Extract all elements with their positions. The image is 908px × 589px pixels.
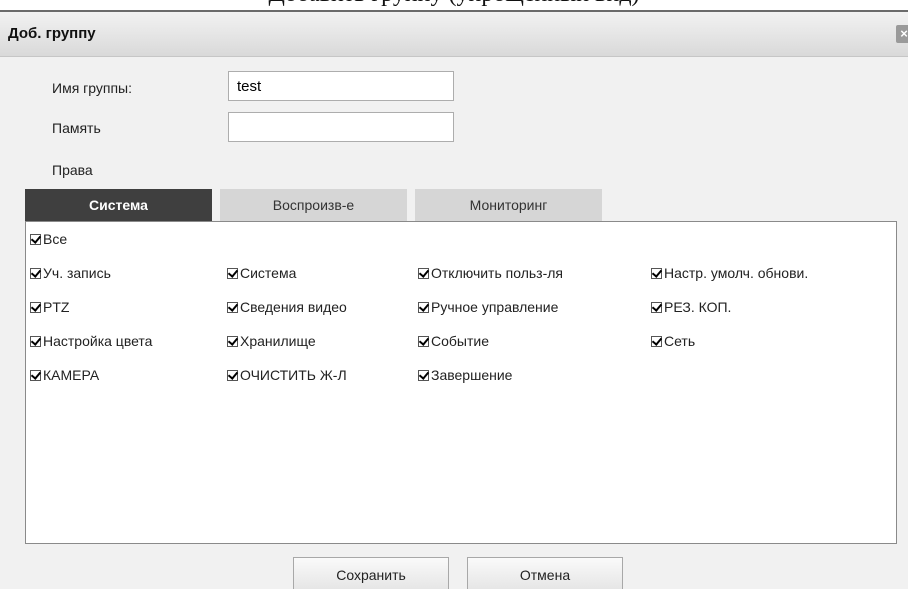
checkbox-checked-icon[interactable] — [651, 267, 662, 279]
permissions-panel: Все Уч. запись Система Отключить польз-л… — [25, 221, 897, 544]
checkbox-checked-icon[interactable] — [30, 335, 41, 347]
checkbox-checked-icon[interactable] — [418, 369, 429, 381]
checkbox-checked-icon[interactable] — [30, 301, 41, 313]
perm-backup-checkbox[interactable]: РЕЗ. КОП. — [651, 299, 731, 315]
checkbox-checked-icon[interactable] — [227, 335, 238, 347]
tab-playback[interactable]: Воспроизв-е — [220, 189, 407, 221]
perm-label: Отключить польз-ля — [431, 265, 564, 281]
checkbox-checked-icon[interactable] — [30, 369, 41, 381]
dialog-title: Доб. группу — [8, 25, 96, 42]
perm-manual-control-checkbox[interactable]: Ручное управление — [418, 299, 558, 315]
group-name-label: Имя группы: — [52, 80, 133, 96]
perm-default-upgrade-checkbox[interactable]: Настр. умолч. обнови. — [651, 265, 808, 281]
perm-label: Сведения видео — [240, 299, 347, 315]
checkbox-checked-icon[interactable] — [651, 335, 662, 347]
perm-event-checkbox[interactable]: Событие — [418, 333, 489, 349]
perm-label: Система — [240, 265, 297, 281]
checkbox-checked-icon[interactable] — [418, 301, 429, 313]
perm-label: КАМЕРА — [43, 367, 100, 383]
perm-label: Настр. умолч. обнови. — [664, 265, 809, 281]
perm-label: РЕЗ. КОП. — [664, 299, 732, 315]
save-button[interactable]: Сохранить — [293, 557, 449, 589]
memo-input[interactable] — [228, 112, 454, 142]
add-group-dialog: Доб. группу × Имя группы: Память Права С… — [0, 10, 908, 589]
perm-label: Хранилище — [240, 333, 316, 349]
checkbox-checked-icon[interactable] — [418, 335, 429, 347]
checkbox-checked-icon[interactable] — [30, 233, 41, 245]
perm-disconnect-user-checkbox[interactable]: Отключить польз-ля — [418, 265, 563, 281]
checkbox-checked-icon[interactable] — [30, 267, 41, 279]
perm-label: Все — [43, 231, 68, 247]
memo-label: Память — [52, 120, 101, 136]
tab-system[interactable]: Система — [25, 189, 212, 221]
tab-monitoring[interactable]: Мониторинг — [415, 189, 602, 221]
perm-label: Сеть — [664, 333, 696, 349]
dialog-titlebar: Доб. группу × — [0, 12, 908, 57]
group-name-input[interactable] — [228, 71, 454, 101]
checkbox-checked-icon[interactable] — [227, 267, 238, 279]
rights-label: Права — [52, 162, 93, 178]
cancel-button[interactable]: Отмена — [467, 557, 623, 589]
perm-camera-checkbox[interactable]: КАМЕРА — [30, 367, 99, 383]
perm-clear-log-checkbox[interactable]: ОЧИСТИТЬ Ж-Л — [227, 367, 347, 383]
perm-label: Настройка цвета — [43, 333, 153, 349]
perm-ptz-checkbox[interactable]: PTZ — [30, 299, 69, 315]
perm-label: PTZ — [43, 299, 70, 315]
perm-shutdown-checkbox[interactable]: Завершение — [418, 367, 512, 383]
perm-color-setup-checkbox[interactable]: Настройка цвета — [30, 333, 152, 349]
perm-account-checkbox[interactable]: Уч. запись — [30, 265, 111, 281]
perm-network-checkbox[interactable]: Сеть — [651, 333, 695, 349]
perm-video-info-checkbox[interactable]: Сведения видео — [227, 299, 347, 315]
background-heading: Добавить группу (упрощенный вид) — [0, 0, 908, 9]
perm-label: Ручное управление — [431, 299, 559, 315]
perm-system-checkbox[interactable]: Система — [227, 265, 296, 281]
close-icon[interactable]: × — [896, 25, 908, 43]
checkbox-checked-icon[interactable] — [418, 267, 429, 279]
page: Добавить группу (упрощенный вид) Доб. гр… — [0, 0, 908, 589]
perm-storage-checkbox[interactable]: Хранилище — [227, 333, 316, 349]
perm-all-checkbox[interactable]: Все — [30, 231, 67, 247]
checkbox-checked-icon[interactable] — [651, 301, 662, 313]
checkbox-checked-icon[interactable] — [227, 301, 238, 313]
perm-label: Завершение — [431, 367, 513, 383]
perm-label: Событие — [431, 333, 489, 349]
checkbox-checked-icon[interactable] — [227, 369, 238, 381]
perm-label: ОЧИСТИТЬ Ж-Л — [240, 367, 347, 383]
perm-label: Уч. запись — [43, 265, 111, 281]
